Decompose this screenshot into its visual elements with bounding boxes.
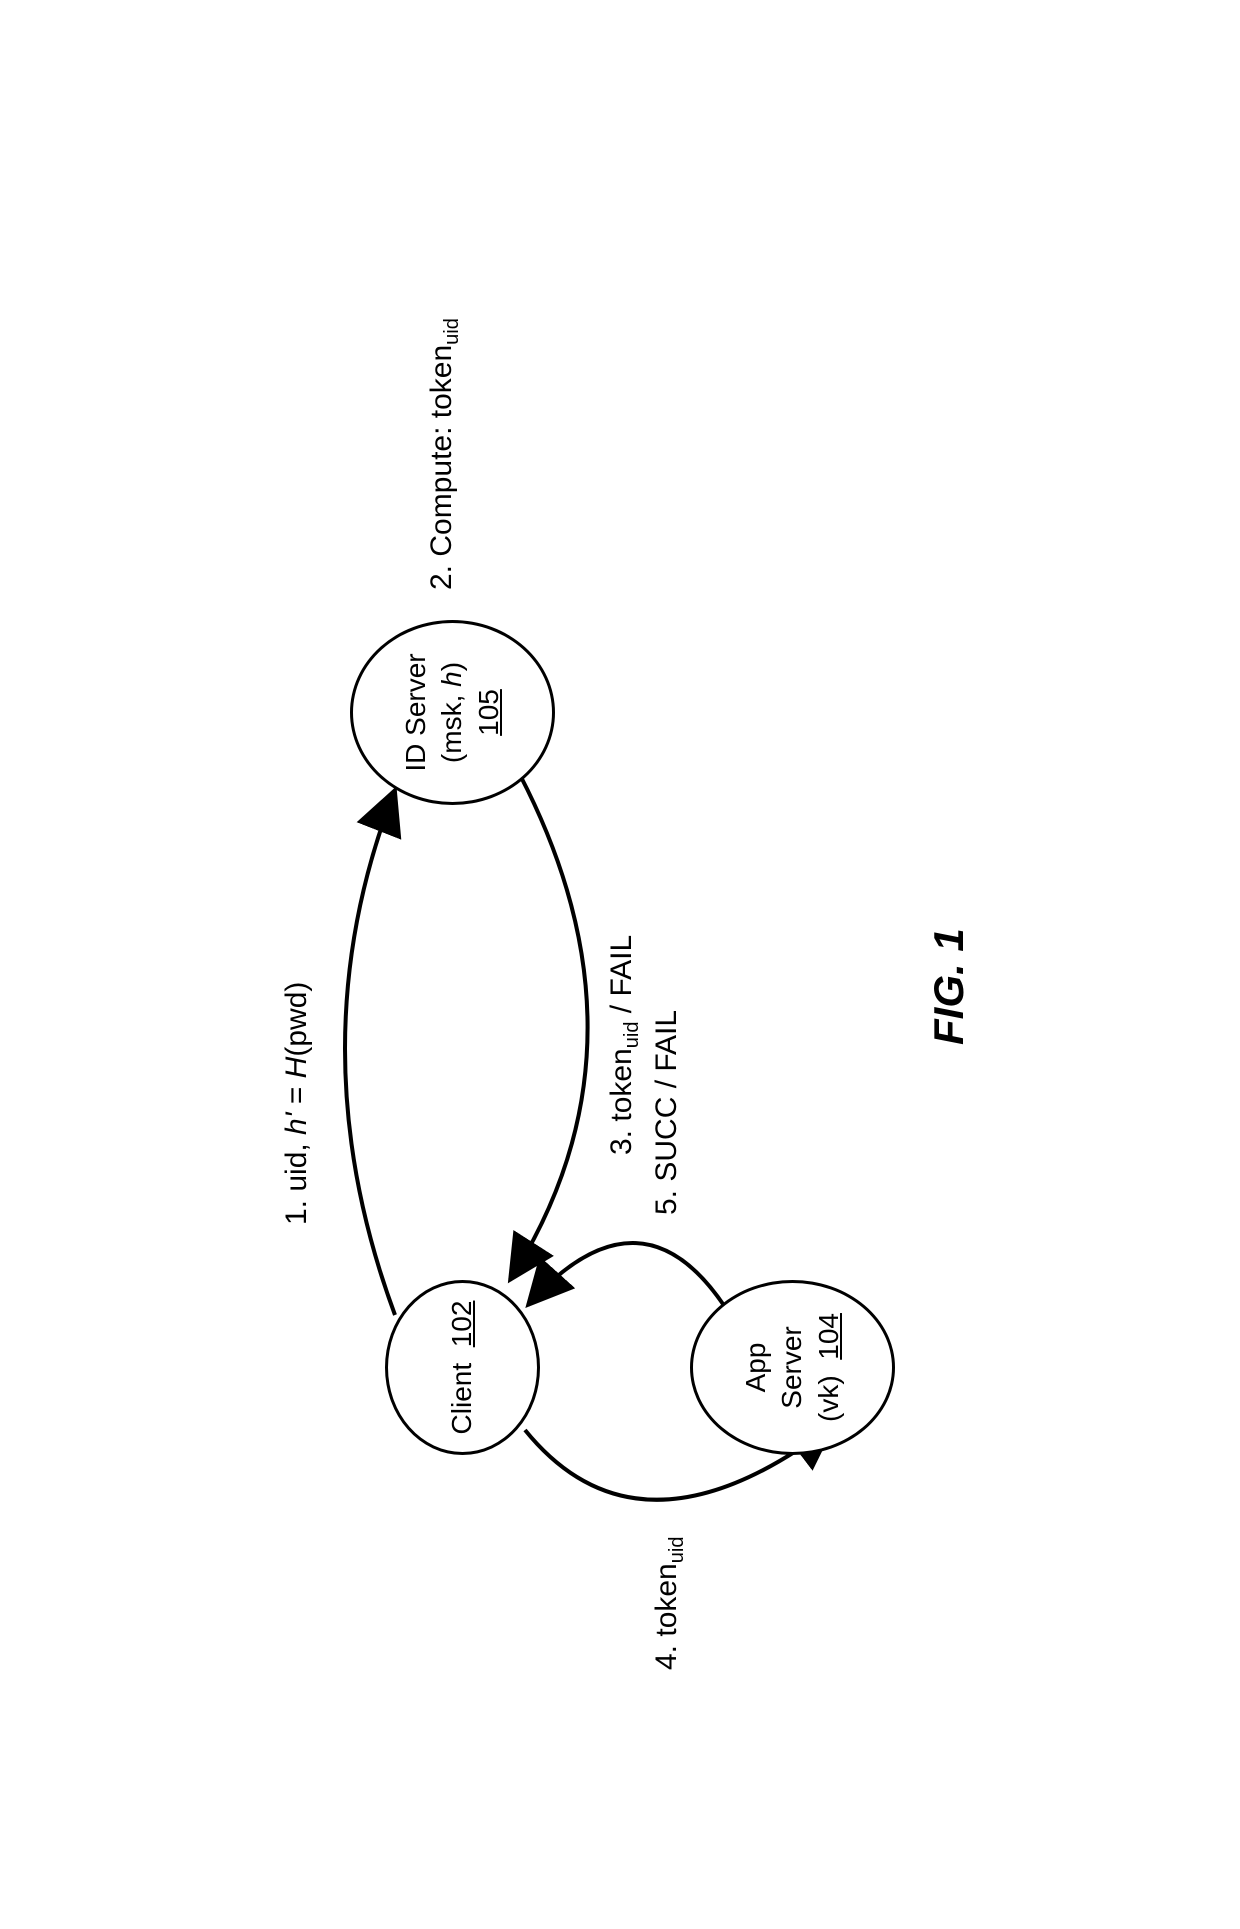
node-client: Client 102 (385, 1280, 540, 1455)
edge-4-label: 4. tokenuid (650, 1537, 689, 1670)
diagram-canvas: Client 102 ID Server (msk, h) 105 App Se… (370, 195, 870, 1745)
idserver-ref: 105 (471, 689, 507, 736)
client-ref: 102 (446, 1301, 477, 1348)
idserver-line1: ID Server (398, 653, 434, 771)
appserver-line1: App (738, 1343, 774, 1393)
figure-caption: FIG. 1 (925, 928, 973, 1045)
edge-5-label: 5. SUCC / FAIL (650, 1010, 684, 1215)
appserver-line2: Server (774, 1326, 810, 1408)
appserver-line3: (vk) (813, 1375, 844, 1422)
client-label: Client (446, 1363, 477, 1435)
edge-3-label: 3. tokenuid / FAIL (605, 935, 644, 1155)
node-id-server: ID Server (msk, h) 105 (350, 620, 555, 805)
edge-1-label: 1. uid, h' = H(pwd) (280, 982, 314, 1225)
edge-2-label: 2. Compute: tokenuid (425, 318, 464, 590)
edge-1-arrow (345, 790, 395, 1315)
appserver-ref: 104 (813, 1313, 844, 1360)
edge-5-arrow (528, 1243, 725, 1307)
node-app-server: App Server (vk) 104 (690, 1280, 895, 1455)
edge-3-arrow (510, 775, 588, 1280)
